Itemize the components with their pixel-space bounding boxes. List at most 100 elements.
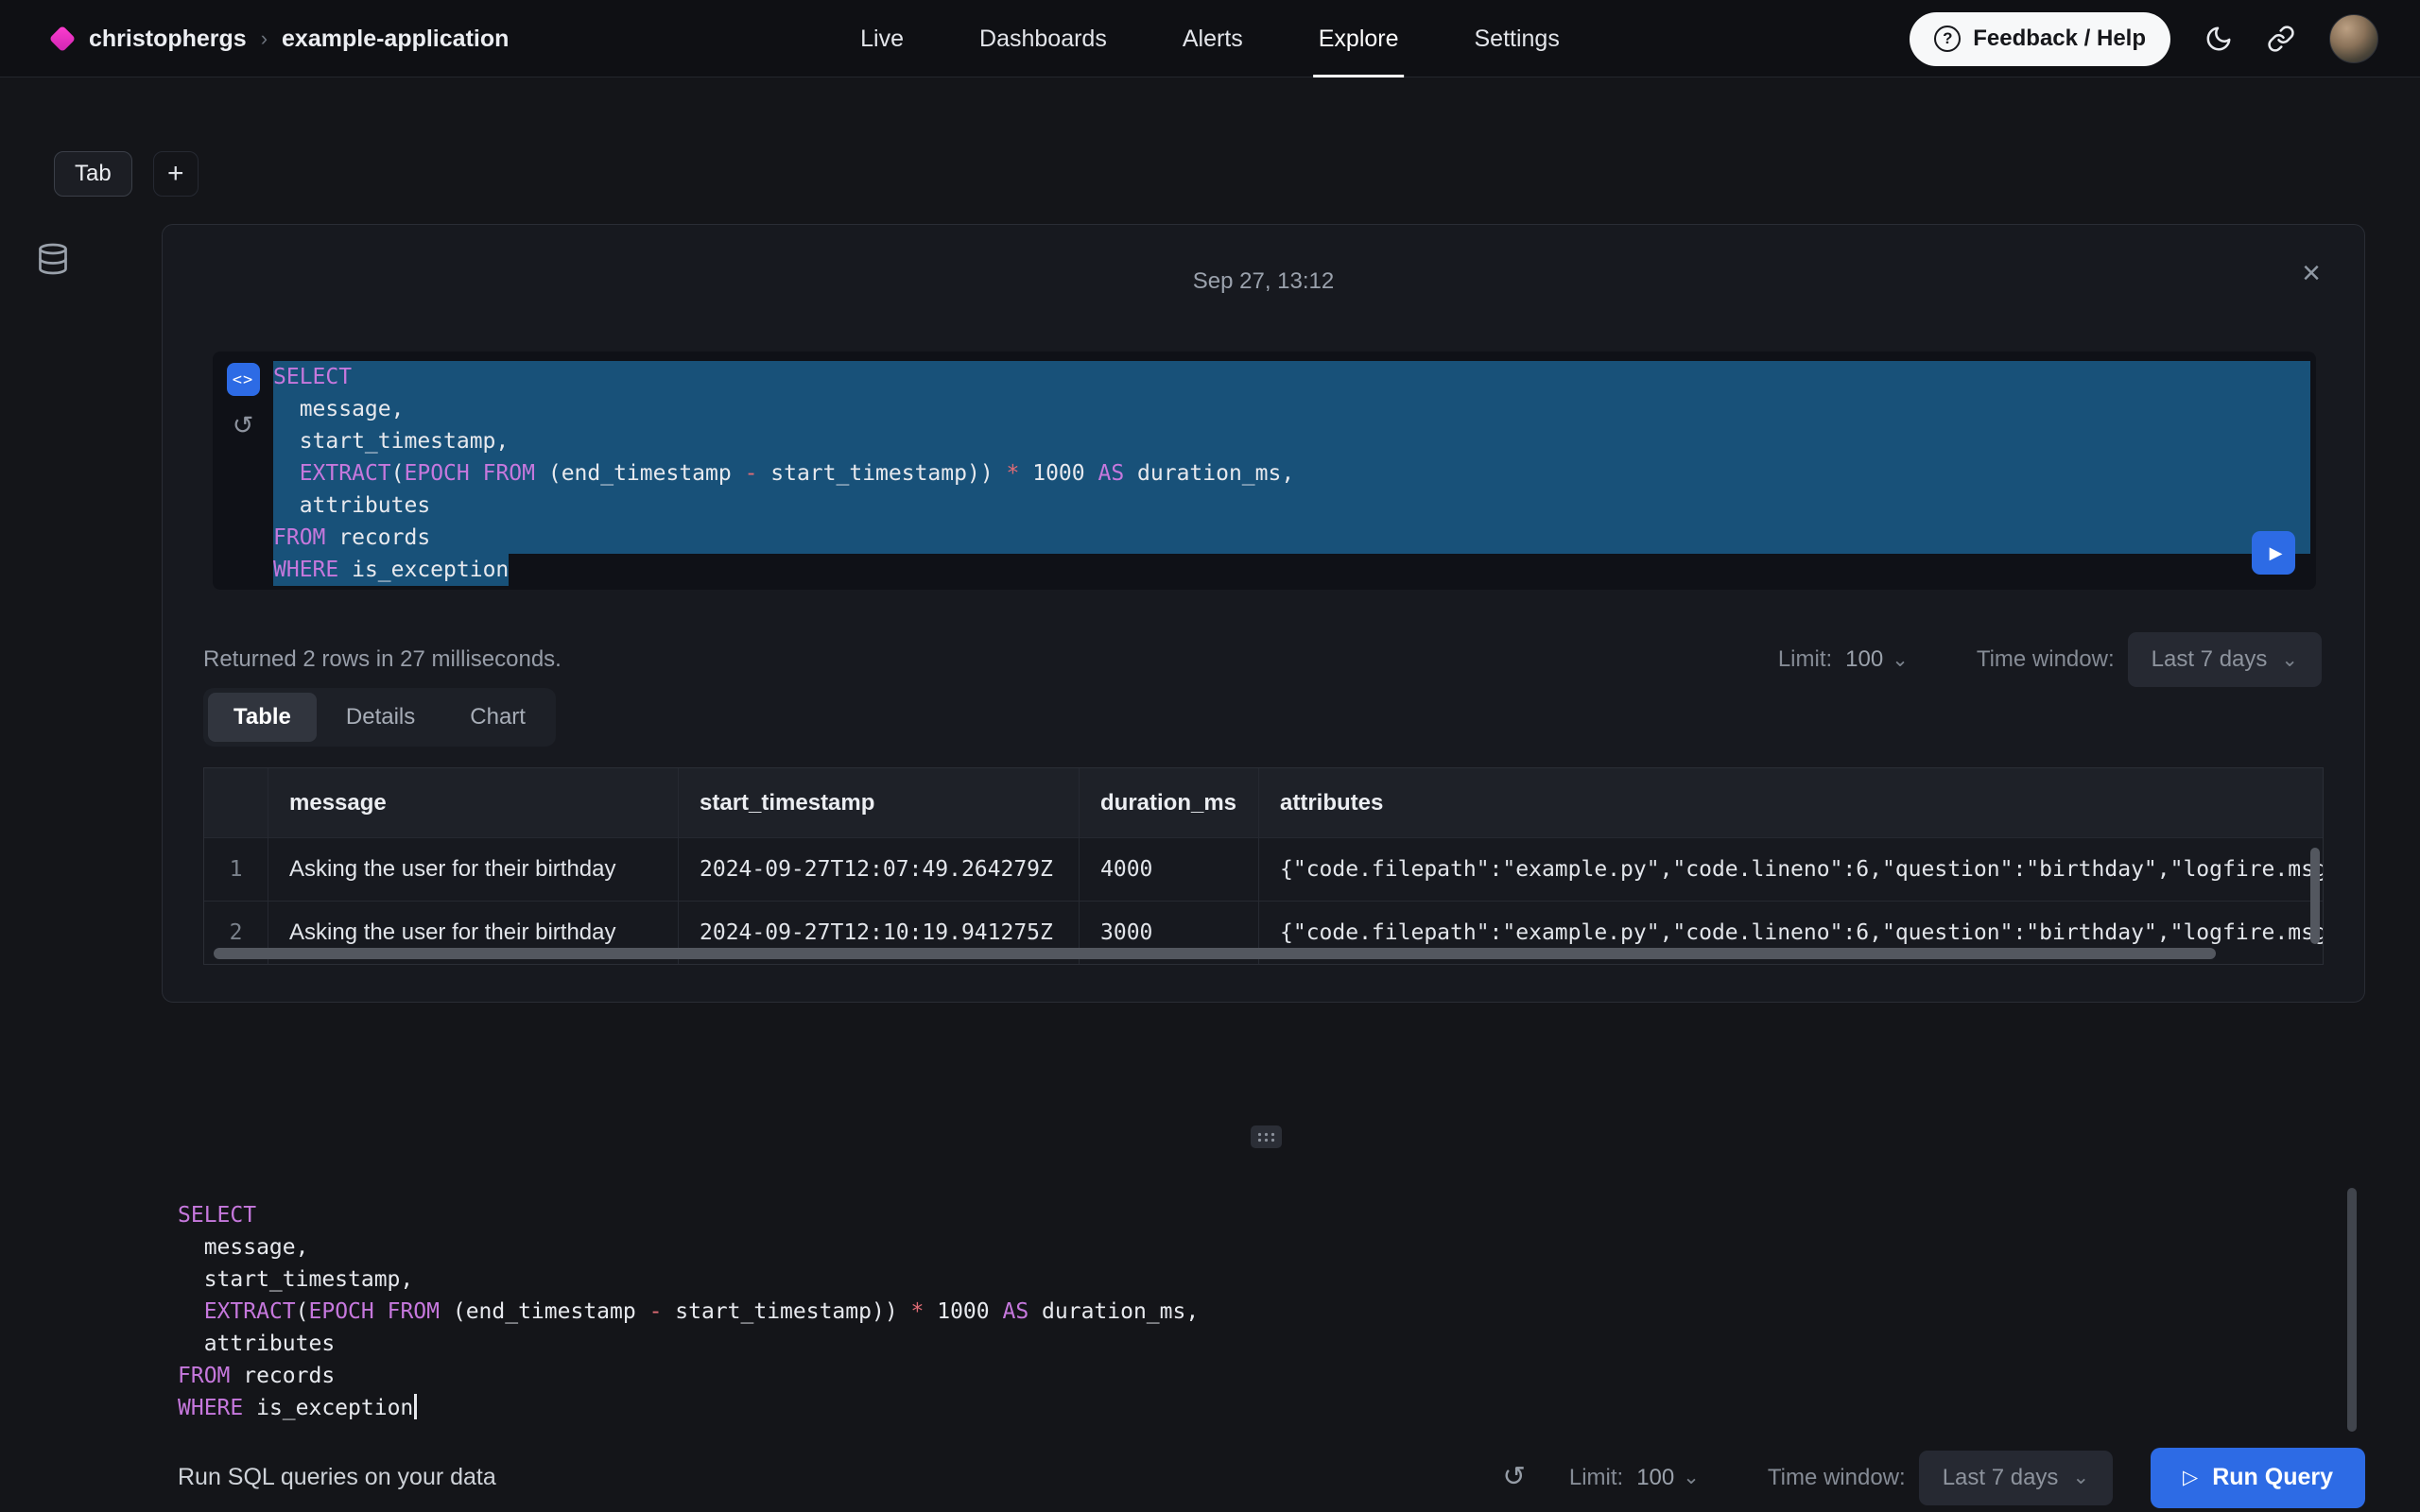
query-tab[interactable]: Tab (54, 151, 132, 197)
nav-dashboards[interactable]: Dashboards (979, 0, 1107, 77)
text-cursor (414, 1394, 417, 1419)
sql-preview-block[interactable]: <> ↺ SELECT message, start_timestamp, EX… (213, 352, 2316, 590)
footer-controls: ↺ Limit: 100 ⌄ Time window: Last 7 days … (1503, 1448, 2365, 1508)
tab-details[interactable]: Details (320, 693, 441, 742)
logfire-logo-icon[interactable] (49, 26, 76, 52)
schema-browser-database-icon[interactable] (36, 242, 70, 279)
breadcrumb-project[interactable]: example-application (282, 26, 509, 53)
sql-line: FROM records (273, 522, 2310, 554)
column-header: attributes (1259, 768, 2323, 837)
sql-line: message, (273, 393, 2310, 425)
table-cell: 2024-09-27T12:07:49.264279Z (679, 838, 1080, 901)
column-header (204, 768, 268, 837)
breadcrumb: christophergs › example-application (89, 26, 509, 53)
question-circle-icon: ? (1934, 26, 1961, 52)
sql-line: message, (178, 1231, 2305, 1263)
sql-line: FROM records (178, 1360, 2305, 1392)
chevron-down-icon: ⌄ (1683, 1466, 1700, 1489)
time-window-dropdown[interactable]: Last 7 days ⌄ (2128, 632, 2322, 687)
chevron-down-icon: ⌄ (1892, 648, 1909, 672)
result-meta-row: Returned 2 rows in 27 milliseconds. Limi… (203, 631, 2322, 688)
code-gutter: <> ↺ (213, 352, 273, 590)
time-window-label: Time window: (1977, 646, 2115, 673)
play-icon: ▷ (2183, 1466, 2198, 1489)
query-timestamp: Sep 27, 13:12 (163, 268, 2364, 295)
sql-line: WHERE is_exception (178, 1392, 2305, 1424)
tab-table[interactable]: Table (208, 693, 317, 742)
horizontal-scrollbar[interactable] (214, 948, 2216, 959)
logfire-explore-page: christophergs › example-application Live… (0, 0, 2420, 1512)
time-window-value: Last 7 days (2152, 646, 2268, 673)
vertical-scrollbar[interactable] (2310, 848, 2320, 944)
time-window-dropdown[interactable]: Last 7 days ⌄ (1919, 1451, 2113, 1505)
theme-toggle-moon-icon[interactable] (2204, 25, 2233, 53)
panel-resize-handle[interactable] (1251, 1125, 1282, 1148)
sql-editor[interactable]: SELECT message, start_timestamp, EXTRACT… (162, 1180, 2365, 1443)
limit-label: Limit: (1778, 646, 1832, 673)
view-tabs: Table Details Chart (203, 688, 556, 747)
table-cell: 4000 (1080, 838, 1259, 901)
sql-line: attributes (273, 490, 2310, 522)
query-history-icon[interactable]: ↺ (1503, 1464, 1526, 1491)
code-block-icon[interactable]: <> (227, 363, 260, 396)
sql-line: start_timestamp, (178, 1263, 2305, 1296)
column-header: start_timestamp (679, 768, 1080, 837)
nav-alerts[interactable]: Alerts (1183, 0, 1243, 77)
user-avatar[interactable] (2329, 14, 2378, 63)
history-icon[interactable]: ↺ (233, 413, 254, 438)
table-cell: Asking the user for their birthday (268, 838, 679, 901)
sql-preview-code: SELECT message, start_timestamp, EXTRACT… (273, 361, 2310, 586)
sql-line: SELECT (273, 361, 2310, 393)
run-query-label: Run Query (2212, 1464, 2333, 1491)
nav-right-cluster: ? Feedback / Help (1910, 0, 2378, 77)
sql-line: WHERE is_exception (273, 554, 2310, 586)
top-nav: christophergs › example-application Live… (0, 0, 2420, 77)
add-tab-button[interactable]: + (153, 151, 199, 197)
table-rows: messagestart_timestampduration_msattribu… (204, 768, 2323, 965)
table-cell: {"code.filepath":"example.py","code.line… (1259, 838, 2323, 901)
sql-line: SELECT (178, 1199, 2305, 1231)
run-snippet-play-button[interactable]: ▶ (2252, 531, 2295, 575)
nav-explore[interactable]: Explore (1319, 0, 1399, 77)
close-icon[interactable]: × (2302, 257, 2321, 289)
column-header: message (268, 768, 679, 837)
chevron-down-icon: ⌄ (2281, 648, 2298, 672)
editor-hint: Run SQL queries on your data (178, 1464, 496, 1491)
limit-value: 100 (1636, 1465, 1674, 1491)
tab-chart[interactable]: Chart (444, 693, 551, 742)
limit-label: Limit: (1569, 1465, 1623, 1491)
run-query-button[interactable]: ▷ Run Query (2151, 1448, 2365, 1508)
results-table: messagestart_timestampduration_msattribu… (203, 767, 2324, 965)
table-cell: 1 (204, 838, 268, 901)
editor-footer: Run SQL queries on your data ↺ Limit: 10… (0, 1443, 2420, 1512)
chevron-down-icon: ⌄ (2072, 1466, 2089, 1489)
query-tabs-bar: Tab + (54, 151, 199, 197)
sql-line: EXTRACT(EPOCH FROM (end_timestamp - star… (273, 457, 2310, 490)
limit-dropdown[interactable]: 100 ⌄ (1845, 646, 1909, 673)
play-icon: ▶ (2270, 543, 2283, 563)
main-nav: Live Dashboards Alerts Explore Settings (860, 0, 1560, 77)
time-window-label: Time window: (1768, 1465, 1906, 1491)
column-header: duration_ms (1080, 768, 1259, 837)
table-row[interactable]: 1Asking the user for their birthday2024-… (204, 838, 2323, 902)
result-controls: Limit: 100 ⌄ Time window: Last 7 days ⌄ (1778, 632, 2322, 687)
brand: christophergs › example-application (53, 0, 509, 77)
nav-live[interactable]: Live (860, 0, 904, 77)
sql-editor-code[interactable]: SELECT message, start_timestamp, EXTRACT… (178, 1199, 2305, 1424)
feedback-help-button[interactable]: ? Feedback / Help (1910, 12, 2170, 66)
nav-settings[interactable]: Settings (1475, 0, 1560, 77)
query-result-card: Sep 27, 13:12 × <> ↺ SELECT message, sta… (162, 224, 2365, 1003)
share-link-icon[interactable] (2267, 25, 2295, 53)
breadcrumb-separator-icon: › (261, 26, 268, 51)
limit-value: 100 (1845, 646, 1883, 673)
breadcrumb-org[interactable]: christophergs (89, 26, 247, 53)
sql-line: attributes (178, 1328, 2305, 1360)
sql-line: start_timestamp, (273, 425, 2310, 457)
time-window-value: Last 7 days (1943, 1465, 2059, 1491)
feedback-help-label: Feedback / Help (1973, 26, 2146, 52)
editor-scrollbar[interactable] (2347, 1188, 2357, 1432)
result-summary: Returned 2 rows in 27 milliseconds. (203, 646, 562, 673)
limit-dropdown[interactable]: 100 ⌄ (1636, 1465, 1700, 1491)
sql-line: EXTRACT(EPOCH FROM (end_timestamp - star… (178, 1296, 2305, 1328)
table-header-row: messagestart_timestampduration_msattribu… (204, 768, 2323, 838)
